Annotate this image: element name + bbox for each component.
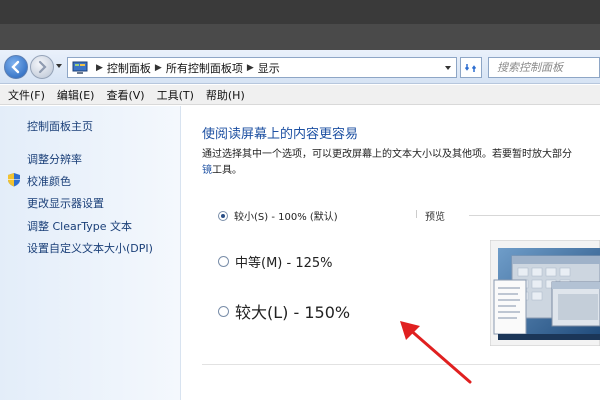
option-medium[interactable]: 中等(M) - 125% — [218, 252, 332, 271]
refresh-button[interactable] — [460, 57, 482, 78]
magnifier-link[interactable]: 镜 — [202, 165, 212, 176]
breadcrumb-separator-icon[interactable]: ▶ — [96, 63, 103, 73]
sidebar-item-change-display-settings[interactable]: 更改显示器设置 — [27, 195, 104, 211]
sidebar-item-control-panel-home[interactable]: 控制面板主页 — [27, 118, 93, 134]
menu-bar: 文件(F) 编辑(E) 查看(V) 工具(T) 帮助(H) — [0, 85, 600, 105]
arrow-right-icon — [38, 60, 47, 74]
preview-image — [490, 240, 600, 346]
control-panel-icon — [72, 61, 88, 74]
forward-button[interactable] — [30, 55, 54, 79]
sidebar-item-calibrate-color[interactable]: 校准颜色 — [27, 173, 71, 189]
option-larger-label: 较大(L) - 150% — [235, 303, 351, 322]
description-line-1: 通过选择其中一个选项，可以更改屏幕上的文本大小以及其他项。若要暂时放大部分 — [202, 149, 572, 160]
divider — [469, 215, 600, 216]
description-line-2: 工具。 — [212, 165, 242, 176]
search-input[interactable] — [489, 58, 599, 77]
radio-medium[interactable] — [218, 256, 229, 267]
page-title: 使阅读屏幕上的内容更容易 — [202, 127, 359, 142]
breadcrumb-separator-icon[interactable]: ▶ — [155, 63, 162, 73]
menu-tools[interactable]: 工具(T) — [151, 87, 200, 103]
preview-label: 预览 — [425, 212, 445, 223]
main-content: 使阅读屏幕上的内容更容易 通过选择其中一个选项，可以更改屏幕上的文本大小以及其他… — [182, 106, 600, 400]
menu-view[interactable]: 查看(V) — [100, 87, 150, 103]
arrow-left-icon — [11, 60, 20, 74]
option-smaller[interactable]: 较小(S) - 100% (默认) — [218, 208, 338, 223]
navigation-bar: ▶ 控制面板 ▶ 所有控制面板项 ▶ 显示 — [0, 50, 600, 84]
breadcrumb-all-items[interactable]: 所有控制面板项 — [166, 60, 243, 76]
sidebar-item-cleartype[interactable]: 调整 ClearType 文本 — [27, 218, 132, 234]
window-title-bar — [0, 0, 600, 50]
option-medium-label: 中等(M) - 125% — [235, 256, 333, 271]
radio-smaller[interactable] — [218, 210, 228, 221]
sidebar: 控制面板主页 调整分辨率 校准颜色 更改显示器设置 调整 ClearType 文… — [0, 106, 181, 400]
radio-larger[interactable] — [218, 305, 229, 317]
sidebar-item-custom-dpi[interactable]: 设置自定义文本大小(DPI) — [27, 240, 153, 256]
annotation-arrow-icon — [400, 321, 472, 384]
menu-help[interactable]: 帮助(H) — [200, 87, 251, 103]
menu-file[interactable]: 文件(F) — [0, 87, 51, 103]
sidebar-item-adjust-resolution[interactable]: 调整分辨率 — [27, 151, 82, 167]
search-box[interactable] — [488, 57, 600, 78]
divider — [416, 210, 417, 218]
title-bar-strip — [0, 24, 600, 50]
refresh-icon — [464, 63, 477, 72]
breadcrumb-separator-icon[interactable]: ▶ — [247, 63, 254, 73]
description-text: 通过选择其中一个选项，可以更改屏幕上的文本大小以及其他项。若要暂时放大部分 镜工… — [202, 147, 600, 179]
back-button[interactable] — [4, 55, 28, 79]
address-dropdown-icon[interactable] — [444, 64, 452, 72]
address-bar[interactable]: ▶ 控制面板 ▶ 所有控制面板项 ▶ 显示 — [67, 57, 457, 78]
menu-edit[interactable]: 编辑(E) — [51, 87, 101, 103]
option-smaller-label: 较小(S) - 100% (默认) — [234, 212, 338, 223]
breadcrumb-control-panel[interactable]: 控制面板 — [107, 60, 151, 76]
shield-icon — [8, 173, 20, 187]
recent-pages-dropdown-icon[interactable] — [55, 62, 63, 70]
option-larger[interactable]: 较大(L) - 150% — [218, 299, 350, 323]
breadcrumb-display[interactable]: 显示 — [258, 60, 280, 76]
